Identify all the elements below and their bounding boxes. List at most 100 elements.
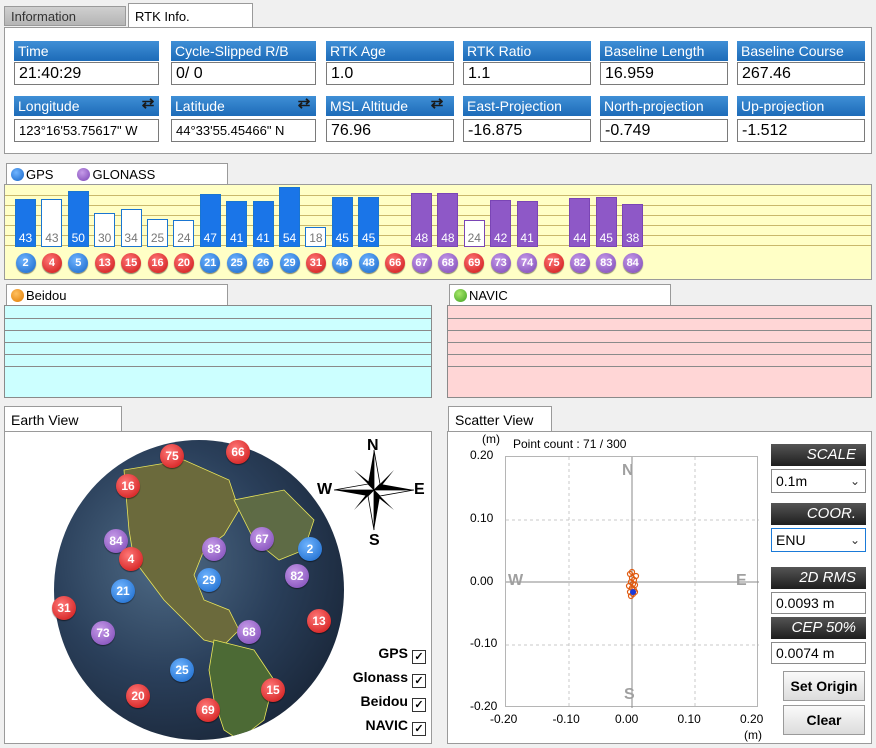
scatter-current-point: [630, 589, 636, 595]
tab-rtk-info[interactable]: RTK Info.: [128, 3, 253, 28]
satellite-snr-chart: 43 2 43 4 50 5 30 13 34 15 25 16 24 20 47 21 41 25 41 26 54 2…: [4, 184, 872, 280]
checkbox-icon[interactable]: ✓: [412, 674, 426, 688]
satellite-prn-badge: 69: [464, 253, 485, 273]
scale-header: SCALE: [771, 444, 866, 466]
snr-value: 30: [98, 231, 112, 245]
coor-select[interactable]: ENU ⌄: [771, 528, 866, 552]
filter-label: NAVIC: [365, 717, 408, 733]
earth-satellite-marker[interactable]: 29: [197, 568, 221, 592]
scatter-compass-e: E: [736, 572, 747, 589]
tab-scatter-view[interactable]: Scatter View: [448, 406, 552, 432]
satellite-prn-badge: 15: [121, 253, 142, 273]
snr-value: 34: [124, 231, 138, 245]
navic-area: [447, 305, 872, 398]
earth-satellite-marker[interactable]: 2: [298, 537, 322, 561]
info-row2-value-0: 123°16'53.75617" W: [14, 119, 159, 142]
earth-satellite-marker[interactable]: 69: [196, 698, 220, 722]
tab-information[interactable]: Information: [4, 6, 126, 26]
satellite-prn-badge: 25: [226, 253, 247, 273]
chevron-down-icon: ⌄: [849, 533, 860, 547]
cep-header: CEP 50%: [771, 617, 866, 639]
coor-header: COOR.: [771, 503, 866, 525]
satellite-prn-badge: 67: [411, 253, 432, 273]
earth-compass-n: N: [367, 437, 379, 454]
swap-units-icon[interactable]: ⇄: [139, 95, 157, 113]
x-tick-label: 0.10: [677, 712, 701, 726]
info-row2-label-4: North-projection: [600, 96, 728, 116]
earth-satellite-marker[interactable]: 67: [250, 527, 274, 551]
snr-value: 24: [177, 231, 191, 245]
snr-value: 44: [573, 231, 587, 245]
earth-satellite-marker[interactable]: 13: [307, 609, 331, 633]
x-tick-label: -0.20: [490, 712, 518, 726]
earth-satellite-marker[interactable]: 82: [285, 564, 309, 588]
point-count: Point count : 71 / 300: [513, 437, 627, 451]
info-row2-label-3: East-Projection: [463, 96, 591, 116]
earth-satellite-marker[interactable]: 83: [202, 537, 226, 561]
satellite-prn-badge: 83: [596, 253, 617, 273]
snr-value: 43: [18, 231, 33, 245]
info-row1-label-2: RTK Age: [326, 41, 454, 61]
scatter-compass-w: W: [508, 572, 524, 589]
filter-navic[interactable]: NAVIC ✓: [365, 717, 426, 736]
satellite-prn-badge: 2: [15, 253, 36, 273]
satellite-prn-badge: 21: [200, 253, 221, 273]
earth-satellite-marker[interactable]: 75: [160, 444, 184, 468]
satellite-prn-badge: 66: [385, 253, 406, 273]
checkbox-icon[interactable]: ✓: [412, 698, 426, 712]
clear-button[interactable]: Clear: [783, 705, 865, 735]
filter-label: Beidou: [360, 693, 408, 709]
scale-value: 0.1m: [776, 473, 808, 489]
info-row1-value-2: 1.0: [326, 62, 454, 85]
earth-satellite-marker[interactable]: 68: [237, 620, 261, 644]
earth-compass-s: S: [369, 532, 380, 549]
earth-satellite-marker[interactable]: 20: [126, 684, 150, 708]
navic-dot-icon: [454, 289, 467, 302]
filter-label: Glonass: [352, 669, 408, 685]
swap-units-icon[interactable]: ⇄: [295, 95, 313, 113]
satellite-prn-badge: 16: [147, 253, 168, 273]
info-row1-value-5: 267.46: [737, 62, 865, 85]
filter-glonass[interactable]: Glonass ✓: [353, 669, 426, 688]
earth-satellite-marker[interactable]: 15: [261, 678, 285, 702]
swap-units-icon[interactable]: ⇄: [428, 95, 446, 113]
info-row1-label-3: RTK Ratio: [463, 41, 591, 61]
earth-satellite-marker[interactable]: 73: [91, 621, 115, 645]
earth-satellite-marker[interactable]: 66: [226, 440, 250, 464]
snr-value: 54: [282, 231, 297, 245]
scale-select[interactable]: 0.1m ⌄: [771, 469, 866, 493]
set-origin-button[interactable]: Set Origin: [783, 671, 865, 701]
glonass-dot-icon: [77, 168, 91, 181]
satellite-prn-badge: 75: [543, 253, 564, 273]
x-tick-label: -0.10: [552, 712, 580, 726]
earth-satellite-marker[interactable]: 31: [52, 596, 76, 620]
rms-value-field: 0.0093 m: [771, 592, 866, 614]
info-row1-label-0: Time: [14, 41, 159, 61]
filter-gps[interactable]: GPS ✓: [378, 645, 426, 664]
chevron-down-icon: ⌄: [849, 474, 860, 488]
y-tick-label: 0.20: [470, 448, 494, 462]
earth-satellite-marker[interactable]: 4: [119, 547, 143, 571]
beidou-dot-icon: [11, 289, 24, 302]
navic-legend: NAVIC: [449, 284, 671, 306]
x-tick-label: 0.00: [615, 712, 639, 726]
filter-beidou[interactable]: Beidou ✓: [361, 693, 426, 712]
checkbox-icon[interactable]: ✓: [412, 650, 426, 664]
snr-value: 47: [203, 231, 217, 245]
continent-outlines: [123, 459, 315, 740]
checkbox-icon[interactable]: ✓: [412, 722, 426, 736]
earth-satellite-marker[interactable]: 25: [170, 658, 194, 682]
tab-earth-view[interactable]: Earth View: [4, 406, 122, 432]
satellite-prn-badge: 74: [517, 253, 538, 273]
info-row2-value-5: -1.512: [737, 119, 865, 142]
coor-value: ENU: [776, 532, 806, 548]
earth-satellite-marker[interactable]: 21: [111, 579, 135, 603]
earth-satellite-marker[interactable]: 16: [116, 474, 140, 498]
earth-compass-w: W: [317, 481, 333, 498]
gps-dot-icon: [11, 168, 24, 181]
scatter-unit-bottom: (m): [744, 728, 762, 742]
satellite-prn-badge: 46: [332, 253, 353, 273]
info-row2-label-5: Up-projection: [737, 96, 865, 116]
snr-value: 50: [71, 231, 85, 245]
info-row1-label-4: Baseline Length: [600, 41, 728, 61]
